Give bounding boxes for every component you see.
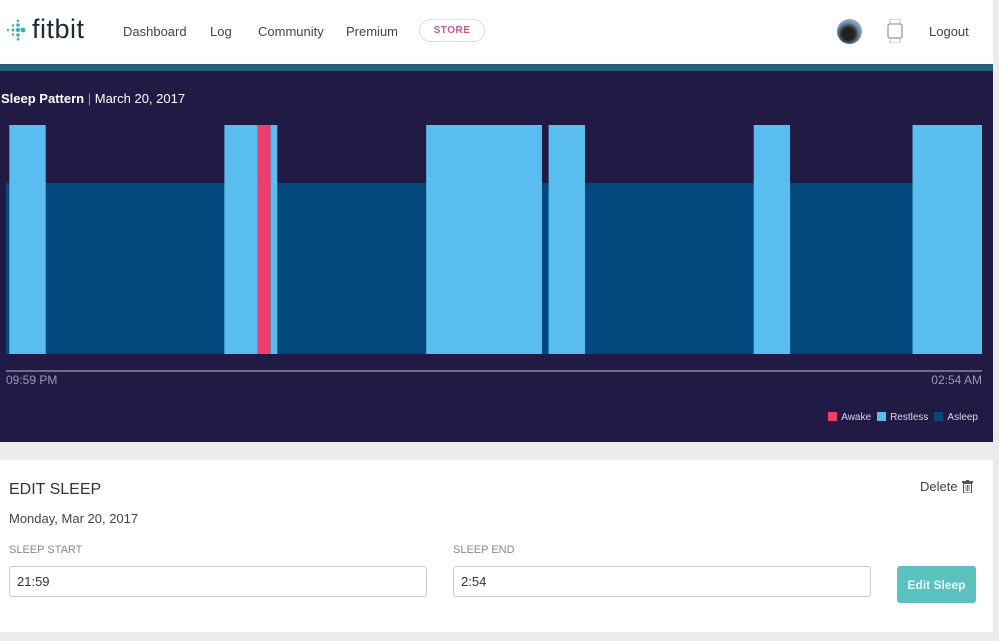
restless-segment: [753, 125, 791, 354]
sleep-pattern-panel: Sleep Pattern | March 20, 2017 09:59 PM …: [0, 71, 993, 442]
sleep-chart: [6, 125, 982, 372]
sleep-start-input[interactable]: [9, 566, 427, 597]
nav-dashboard[interactable]: Dashboard: [123, 24, 187, 39]
legend-swatch: [934, 412, 944, 421]
scrollbar[interactable]: [993, 0, 999, 641]
restless-segment: [9, 125, 46, 354]
nav-community[interactable]: Community: [258, 24, 324, 39]
fitbit-logo[interactable]: fitbit: [6, 14, 85, 45]
edit-sleep-button[interactable]: Edit Sleep: [897, 566, 976, 603]
chart-legend: Awake Restless Asleep: [828, 412, 978, 423]
legend-label: Awake: [841, 412, 872, 423]
legend-restless: Restless: [877, 412, 928, 423]
legend-asleep: Asleep: [934, 412, 978, 423]
legend-swatch: [877, 412, 887, 421]
watch-icon[interactable]: [887, 19, 903, 43]
legend-label: Restless: [890, 412, 929, 423]
nav-premium[interactable]: Premium: [346, 24, 398, 39]
legend-label: Asleep: [947, 412, 978, 423]
logo-text: fitbit: [32, 14, 85, 44]
delete-button[interactable]: Delete: [920, 479, 973, 494]
x-tick-start: 09:59 PM: [6, 373, 58, 387]
edit-date: Monday, Mar 20, 2017: [9, 511, 139, 526]
awake-segment: [257, 125, 271, 354]
restless-segment: [426, 125, 542, 354]
legend-awake: Awake: [828, 412, 871, 423]
restless-segment: [224, 125, 258, 354]
avatar[interactable]: [837, 19, 862, 44]
legend-swatch: [828, 412, 838, 421]
sleep-end-input[interactable]: [453, 566, 871, 597]
fitbit-dots-icon: [6, 19, 26, 40]
logout-link[interactable]: Logout: [929, 24, 969, 39]
trash-icon: [961, 480, 973, 493]
restless-segment: [270, 125, 278, 354]
nav-log[interactable]: Log: [210, 24, 232, 39]
sleep-start-label: SLEEP START: [9, 544, 83, 556]
store-button[interactable]: STORE: [419, 19, 485, 42]
delete-label: Delete: [920, 479, 958, 494]
restless-segment: [548, 125, 585, 354]
x-tick-end: 02:54 AM: [931, 373, 982, 387]
restless-segment: [912, 125, 982, 354]
sleep-end-label: SLEEP END: [453, 544, 515, 556]
edit-sleep-panel: EDIT SLEEP Monday, Mar 20, 2017 Delete S…: [0, 460, 993, 632]
accent-stripe: [0, 64, 993, 71]
edit-title: EDIT SLEEP: [9, 481, 102, 498]
top-nav: fitbit Dashboard Log Community Premium S…: [0, 0, 993, 64]
